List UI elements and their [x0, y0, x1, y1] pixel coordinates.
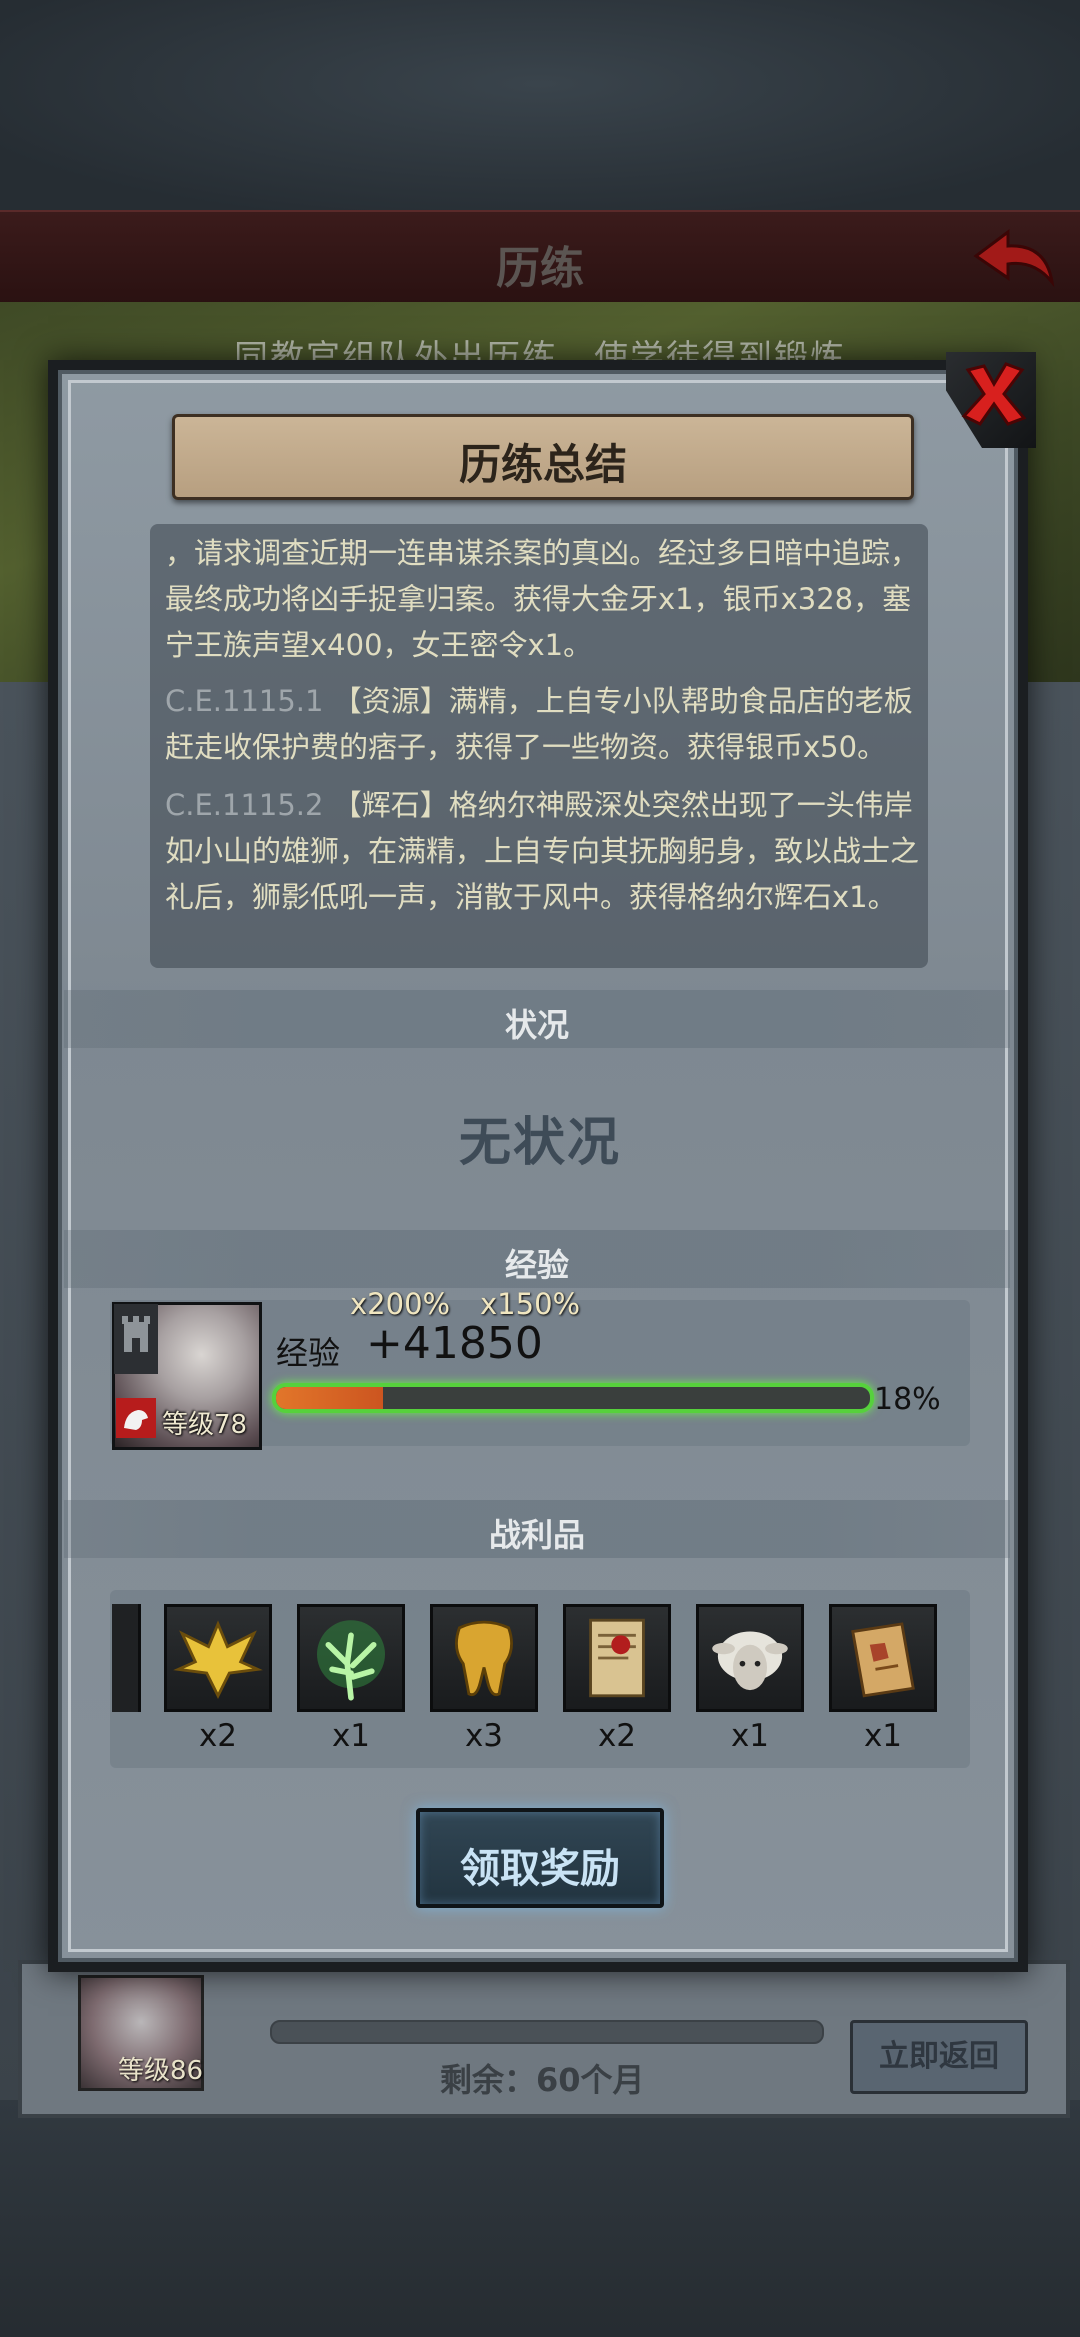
- footer-progress-bar: [270, 2020, 824, 2044]
- loot-item-count: x1: [331, 1718, 371, 1754]
- exp-progress-bar: [272, 1383, 874, 1413]
- dialog-title-banner: 历练总结: [172, 414, 914, 500]
- log-entry: C.E.1115.2 【辉石】格纳尔神殿深处突然出现了一头伟岸如小山的雄狮，在满…: [165, 782, 930, 920]
- loot-item-count: x2: [597, 1718, 637, 1754]
- loot-item-slot[interactable]: [297, 1604, 405, 1712]
- loot-item-slot[interactable]: [829, 1604, 937, 1712]
- loot-item-count: x1: [730, 1718, 770, 1754]
- loot-item-slot[interactable]: [430, 1604, 538, 1712]
- loot-item-slot[interactable]: [696, 1604, 804, 1712]
- background-sky: [0, 0, 1080, 210]
- exp-percent: 18%: [874, 1382, 941, 1417]
- background-bottom: [0, 2100, 1080, 2337]
- log-entry-date: C.E.1115.1: [165, 684, 324, 718]
- log-entry-date: C.E.1115.2: [165, 788, 324, 822]
- footer-remaining-time: 剩余：60个月: [440, 2061, 645, 2099]
- loot-slot-partial: [112, 1604, 141, 1712]
- exp-progress-fill: [276, 1387, 383, 1409]
- return-now-button[interactable]: 立即返回: [850, 2020, 1028, 2094]
- exp-label: 经验: [276, 1334, 341, 1372]
- gold-crest-icon: [173, 1620, 263, 1699]
- exp-multiplier-2: x150%: [480, 1287, 581, 1321]
- dialog-title: 历练总结: [458, 440, 627, 489]
- map-scroll-icon: [851, 1622, 915, 1698]
- claim-reward-label: 领取奖励: [460, 1846, 620, 1892]
- claim-reward-button[interactable]: 领取奖励: [416, 1808, 664, 1908]
- top-header: 历练: [0, 210, 1080, 306]
- log-entry-text: ，请求调查近期一连串谋杀案的真凶。经过多日暗中追踪，最终成功将凶手捉拿归案。获得…: [165, 536, 920, 662]
- green-tree-icon: [317, 1620, 385, 1701]
- close-icon[interactable]: [958, 358, 1030, 430]
- exp-value: +41850: [366, 1318, 543, 1369]
- loot-item-slot[interactable]: [563, 1604, 671, 1712]
- loot-section-label: 战利品: [488, 1516, 585, 1554]
- gold-tooth-icon: [455, 1620, 513, 1697]
- status-text: 无状况: [458, 1113, 621, 1173]
- sheep-icon: [712, 1631, 788, 1691]
- class-icon: [116, 1398, 156, 1438]
- tower-icon: [114, 1304, 158, 1374]
- loot-item-count: x1: [863, 1718, 903, 1754]
- header-title: 历练: [496, 243, 584, 294]
- loot-item-slot[interactable]: [164, 1604, 272, 1712]
- log-entry: ，请求调查近期一连串谋杀案的真凶。经过多日暗中追踪，最终成功将凶手捉拿归案。获得…: [165, 530, 930, 668]
- exp-multiplier-1: x200%: [350, 1287, 451, 1321]
- loot-section-header: 战利品: [64, 1500, 1010, 1558]
- loot-item-count: x3: [464, 1718, 504, 1754]
- hero-level: 等级78: [162, 1410, 248, 1440]
- exp-section-label: 经验: [504, 1246, 569, 1284]
- log-entry: C.E.1115.1 【资源】满精，上自专小队帮助食品店的老板赶走收保护费的痞子…: [165, 678, 930, 770]
- back-arrow-icon[interactable]: [968, 226, 1058, 290]
- footer-hero-level: 等级86: [118, 2056, 204, 2086]
- exp-section-header: 经验: [64, 1230, 1010, 1288]
- status-section-header: 状况: [64, 990, 1010, 1048]
- sealed-scroll-icon: [589, 1618, 645, 1698]
- status-section-label: 状况: [504, 1006, 569, 1044]
- loot-item-count: x2: [198, 1718, 238, 1754]
